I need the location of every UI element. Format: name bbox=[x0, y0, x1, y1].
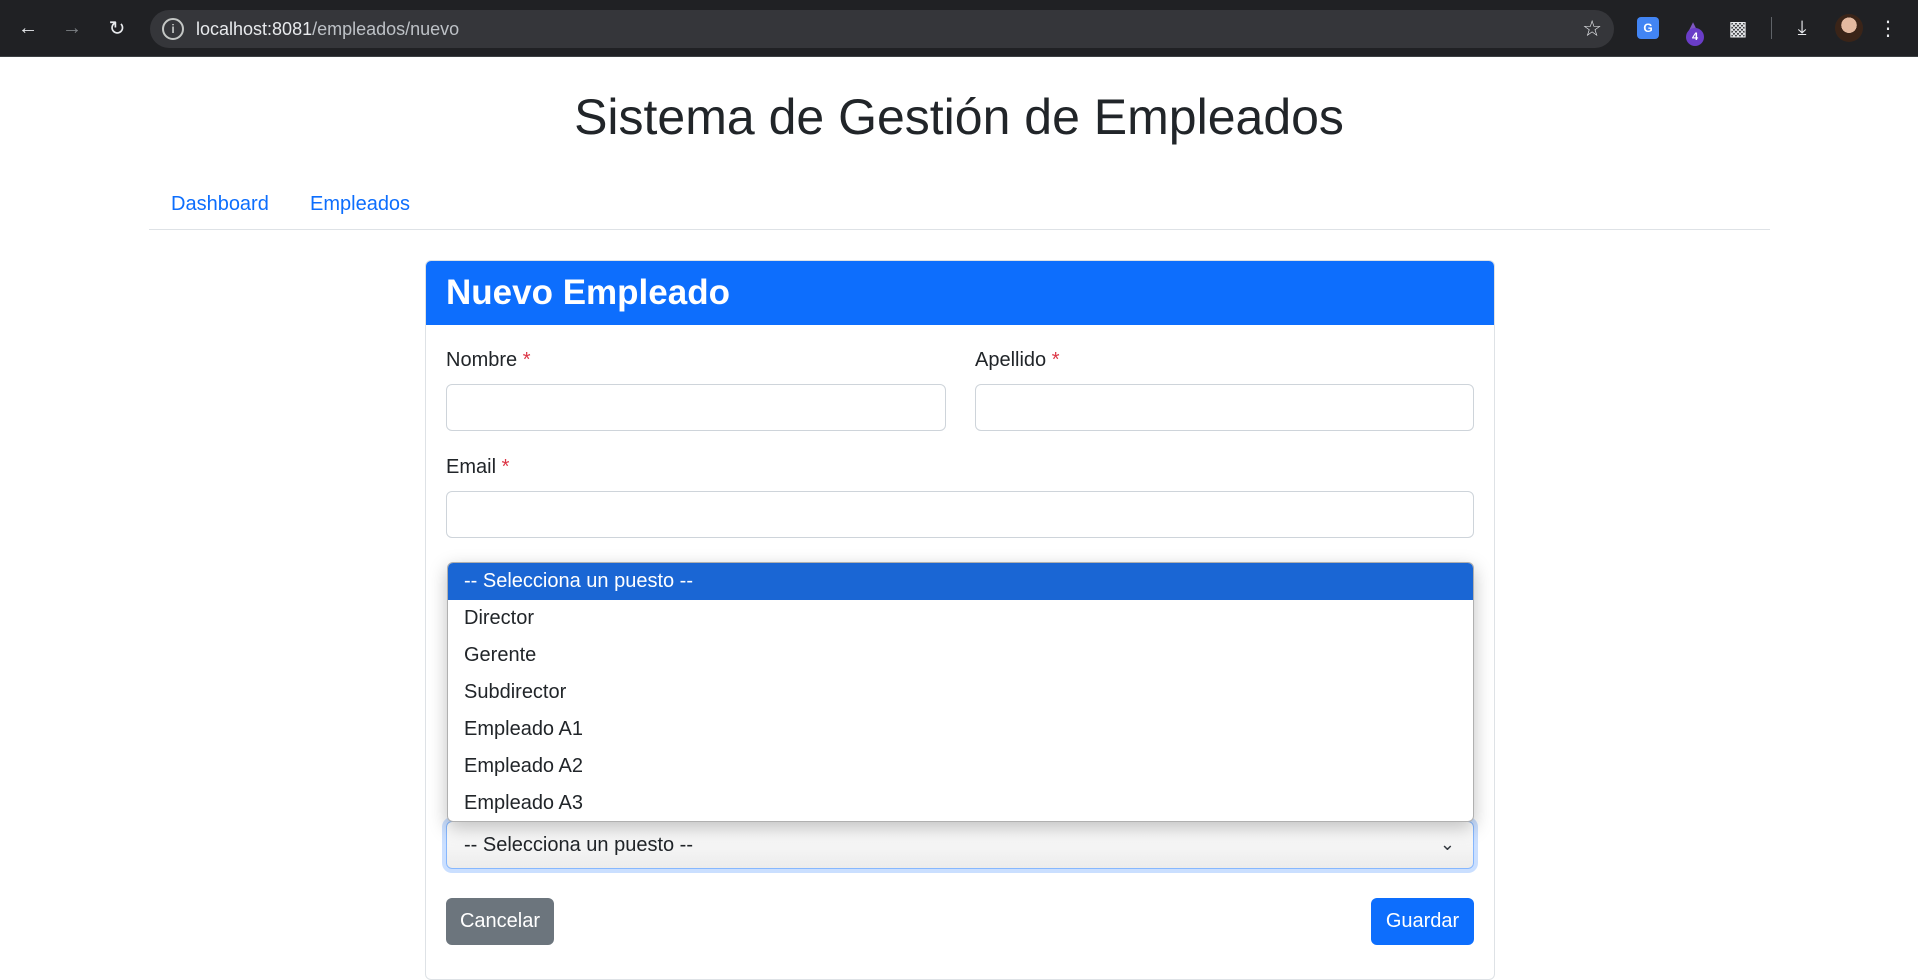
required-marker: * bbox=[1051, 349, 1060, 371]
translate-extension-icon[interactable]: G bbox=[1637, 17, 1659, 39]
forward-arrow-icon[interactable]: → bbox=[58, 14, 86, 42]
required-marker: * bbox=[522, 349, 531, 371]
email-input[interactable] bbox=[446, 491, 1474, 538]
nav-link-empleados[interactable]: Empleados bbox=[310, 193, 410, 216]
url-path: /empleados/nuevo bbox=[312, 19, 460, 39]
puesto-option[interactable]: Empleado A3 bbox=[448, 785, 1473, 821]
back-arrow-icon[interactable]: ← bbox=[14, 14, 42, 42]
nombre-label-text: Nombre bbox=[446, 349, 518, 371]
reload-icon[interactable]: ↻ bbox=[103, 14, 131, 42]
url-text[interactable]: localhost:8081/empleados/nuevo bbox=[196, 19, 459, 40]
apellido-input[interactable] bbox=[975, 384, 1474, 431]
puesto-option[interactable]: Empleado A2 bbox=[448, 748, 1473, 785]
puesto-dropdown-list: -- Selecciona un puesto -- Director Gere… bbox=[447, 562, 1474, 822]
save-button[interactable]: Guardar bbox=[1371, 898, 1474, 945]
url-host: localhost:8081 bbox=[196, 19, 313, 39]
download-icon[interactable]: ⤓ bbox=[1788, 14, 1816, 42]
apellido-label: Apellido * bbox=[975, 349, 1060, 372]
puesto-option[interactable]: Gerente bbox=[448, 637, 1473, 674]
cancel-button[interactable]: Cancelar bbox=[446, 898, 554, 945]
email-label: Email * bbox=[446, 456, 509, 479]
extensions-puzzle-icon[interactable]: ▩ bbox=[1724, 14, 1752, 42]
browser-toolbar: ← → ↻ i localhost:8081/empleados/nuevo ☆… bbox=[0, 0, 1918, 57]
puesto-option[interactable]: Director bbox=[448, 600, 1473, 637]
bookmark-star-icon[interactable]: ☆ bbox=[1582, 16, 1602, 42]
puesto-select[interactable]: -- Selecciona un puesto -- ⌄ bbox=[446, 821, 1474, 869]
required-marker: * bbox=[501, 456, 510, 478]
chevron-down-icon: ⌄ bbox=[1439, 834, 1455, 854]
nav-link-dashboard[interactable]: Dashboard bbox=[171, 193, 269, 216]
nombre-label: Nombre * bbox=[446, 349, 531, 372]
form-header: Nuevo Empleado bbox=[426, 261, 1494, 325]
puesto-selected-value: -- Selecciona un puesto -- bbox=[464, 833, 694, 856]
page-title: Sistema de Gestión de Empleados bbox=[574, 89, 1344, 145]
browser-menu-icon[interactable]: ⋮ bbox=[1874, 14, 1902, 42]
apellido-label-text: Apellido bbox=[975, 349, 1047, 371]
puesto-option[interactable]: Empleado A1 bbox=[448, 711, 1473, 748]
site-info-icon[interactable]: i bbox=[162, 18, 184, 40]
nombre-input[interactable] bbox=[446, 384, 946, 431]
puesto-option[interactable]: Subdirector bbox=[448, 674, 1473, 711]
address-bar[interactable]: i localhost:8081/empleados/nuevo ☆ bbox=[150, 10, 1614, 48]
main-nav: Dashboard Empleados bbox=[149, 187, 1770, 230]
extension-badge: 4 bbox=[1686, 28, 1704, 46]
toolbar-divider bbox=[1771, 17, 1772, 39]
profile-avatar[interactable] bbox=[1835, 14, 1863, 42]
email-label-text: Email bbox=[446, 456, 497, 478]
puesto-option[interactable]: -- Selecciona un puesto -- bbox=[448, 563, 1473, 600]
